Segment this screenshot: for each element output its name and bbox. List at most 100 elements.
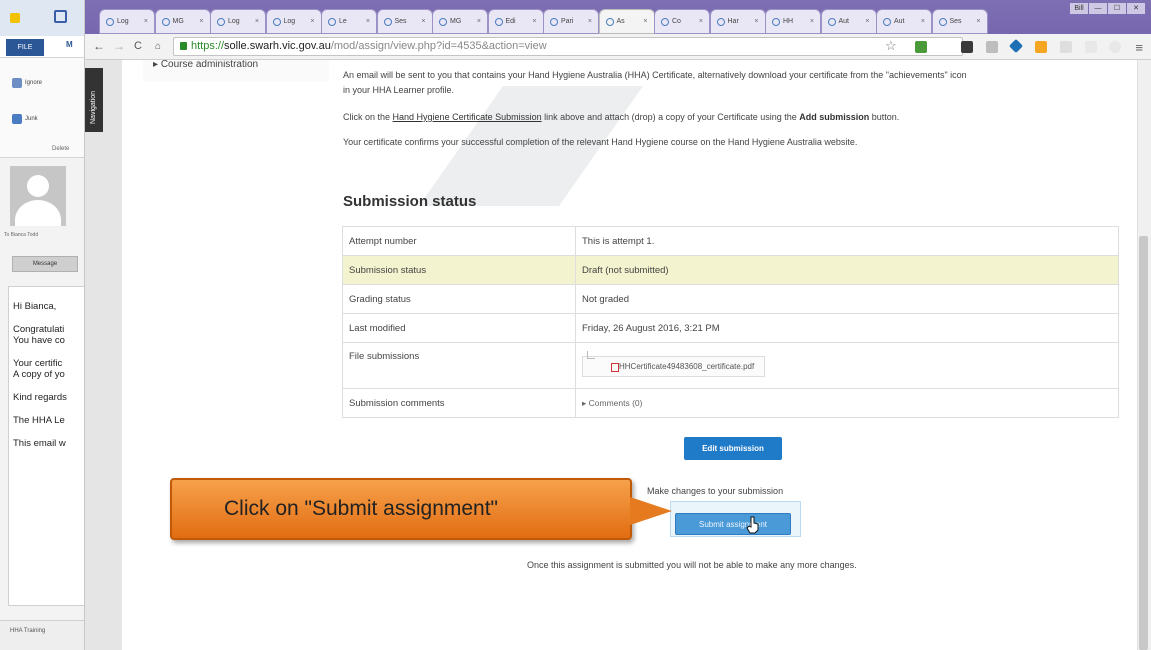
instruction-text: button. (869, 112, 900, 122)
browser-toolbar: ← → C ⌂ https://solle.swarh.vic.gov.au/m… (85, 34, 1151, 60)
tab-close-icon[interactable]: × (810, 10, 814, 33)
tab-label: Pari (561, 18, 574, 25)
instruction-text: Click on the (343, 112, 393, 122)
junk-button[interactable]: Junk (12, 114, 38, 124)
tab-close-icon[interactable]: × (532, 10, 536, 33)
tab-close-icon[interactable]: × (976, 10, 980, 33)
extension-icon[interactable] (915, 41, 927, 53)
tab-close-icon[interactable]: × (921, 10, 925, 33)
message-button[interactable]: Message (12, 256, 78, 272)
edit-submission-button[interactable]: Edit submission (684, 437, 782, 460)
callout-arrow-icon (630, 497, 672, 525)
table-row: File submissions HHCertificate49483608_c… (342, 342, 1119, 389)
submit-assignment-button[interactable]: Submit assignment (675, 513, 791, 535)
comments-label: Comments (0) (588, 397, 643, 408)
tab-close-icon[interactable]: × (255, 10, 259, 33)
message-tab[interactable]: M (66, 40, 73, 49)
back-arrow-icon[interactable]: ← (93, 39, 105, 53)
browser-tab[interactable]: HH × (765, 9, 821, 34)
course-administration-link[interactable]: ▸ Course administration (153, 60, 258, 70)
outlook-window: FILE M Ignore Junk Delete To Bianca Todd… (0, 0, 85, 650)
menu-icon[interactable]: ≡ (1135, 40, 1143, 55)
row-label: Grading status (342, 284, 576, 314)
browser-tab[interactable]: Pari × (543, 9, 599, 34)
tab-close-icon[interactable]: × (754, 10, 758, 33)
email-line: This email w (13, 438, 66, 449)
tab-close-icon[interactable]: × (366, 10, 370, 33)
submission-status-heading: Submission status (343, 193, 477, 210)
close-window-button[interactable]: ✕ (1127, 3, 1145, 14)
tab-close-icon[interactable]: × (199, 10, 203, 33)
reload-icon[interactable]: C (134, 39, 142, 53)
window-controls: Bill — ☐ ✕ (1070, 3, 1145, 15)
email-line: You have co (13, 335, 65, 346)
tab-close-icon[interactable]: × (144, 10, 148, 33)
address-bar[interactable]: https://solle.swarh.vic.gov.au/mod/assig… (173, 37, 963, 56)
ignore-label: Ignore (25, 80, 43, 86)
browser-tab[interactable]: MG × (154, 9, 211, 34)
tab-close-icon[interactable]: × (421, 10, 425, 33)
outlook-ribbon-tabs: FILE M (0, 36, 84, 58)
tab-favicon-icon (716, 17, 725, 26)
tab-close-icon[interactable]: × (699, 10, 703, 33)
extension-icon[interactable] (1085, 41, 1097, 53)
table-row: Last modified Friday, 26 August 2016, 3:… (342, 313, 1119, 343)
navigation-block[interactable]: Navigation (85, 68, 103, 132)
tab-close-icon[interactable]: × (477, 10, 481, 33)
file-tab[interactable]: FILE (6, 39, 44, 56)
row-value: Friday, 26 August 2016, 3:21 PM (575, 313, 1119, 343)
pdf-icon (611, 363, 619, 372)
tab-favicon-icon (605, 17, 614, 26)
extension-icon[interactable] (986, 41, 998, 53)
tab-close-icon[interactable]: × (588, 10, 592, 33)
browser-tab[interactable]: Ses × (931, 9, 988, 34)
tab-favicon-icon (106, 17, 114, 26)
tab-favicon-icon (328, 17, 336, 26)
extension-icon[interactable] (1060, 41, 1072, 53)
file-name-link[interactable]: HHCertificate49483608_certificate.pdf (619, 362, 754, 371)
file-item[interactable]: HHCertificate49483608_certificate.pdf (582, 351, 766, 377)
star-icon[interactable]: ☆ (885, 38, 897, 54)
browser-tab[interactable]: Har × (709, 9, 766, 34)
browser-tab[interactable]: Edi × (487, 9, 544, 34)
extension-icon[interactable] (961, 41, 973, 53)
tab-favicon-icon (938, 17, 947, 26)
extension-icon[interactable] (1008, 38, 1024, 54)
maximize-button[interactable]: ☐ (1108, 3, 1126, 14)
tab-close-icon[interactable]: × (643, 10, 647, 33)
browser-tab[interactable]: Log × (99, 9, 155, 34)
browser-tab[interactable]: Co × (654, 9, 710, 34)
row-value: Not graded (575, 284, 1119, 314)
tab-label: Ses (949, 18, 962, 25)
save-icon[interactable] (54, 10, 67, 23)
cursor-icon (746, 516, 759, 534)
home-icon[interactable]: ⌂ (155, 40, 161, 54)
browser-tab[interactable]: MG × (432, 9, 488, 34)
tab-close-icon[interactable]: × (865, 10, 869, 33)
browser-tab[interactable]: Log × (210, 9, 266, 34)
browser-tab[interactable]: As × (598, 9, 655, 34)
ignore-button[interactable]: Ignore (12, 78, 42, 88)
comments-toggle[interactable]: ▸ Comments (0) (582, 398, 642, 408)
extension-icon[interactable] (1109, 41, 1121, 53)
tab-label: HH (783, 18, 794, 25)
browser-tab[interactable]: Ses × (376, 9, 433, 34)
browser-tab[interactable]: Aut × (820, 9, 877, 34)
minimize-button[interactable]: — (1089, 3, 1107, 14)
browser-tab[interactable]: Log × (265, 9, 322, 34)
certificate-submission-link[interactable]: Hand Hygiene Certificate Submission (393, 112, 542, 122)
tab-favicon-icon (550, 17, 558, 26)
scrollbar-thumb[interactable] (1139, 236, 1148, 650)
tab-close-icon[interactable]: × (310, 10, 314, 33)
email-line: Your certific (13, 358, 63, 369)
row-label: File submissions (342, 342, 576, 389)
extension-icon[interactable] (1035, 41, 1047, 53)
callout-text: Click on "Submit assignment" (224, 497, 499, 520)
browser-tab[interactable]: Aut × (876, 9, 932, 34)
browser-tab[interactable]: Le × (321, 9, 377, 34)
table-row: Grading status Not graded (342, 284, 1119, 314)
row-label: Submission status (342, 255, 576, 285)
forward-arrow-icon[interactable]: → (113, 39, 125, 53)
user-badge[interactable]: Bill (1070, 3, 1088, 14)
email-line: Kind regards (13, 392, 67, 403)
